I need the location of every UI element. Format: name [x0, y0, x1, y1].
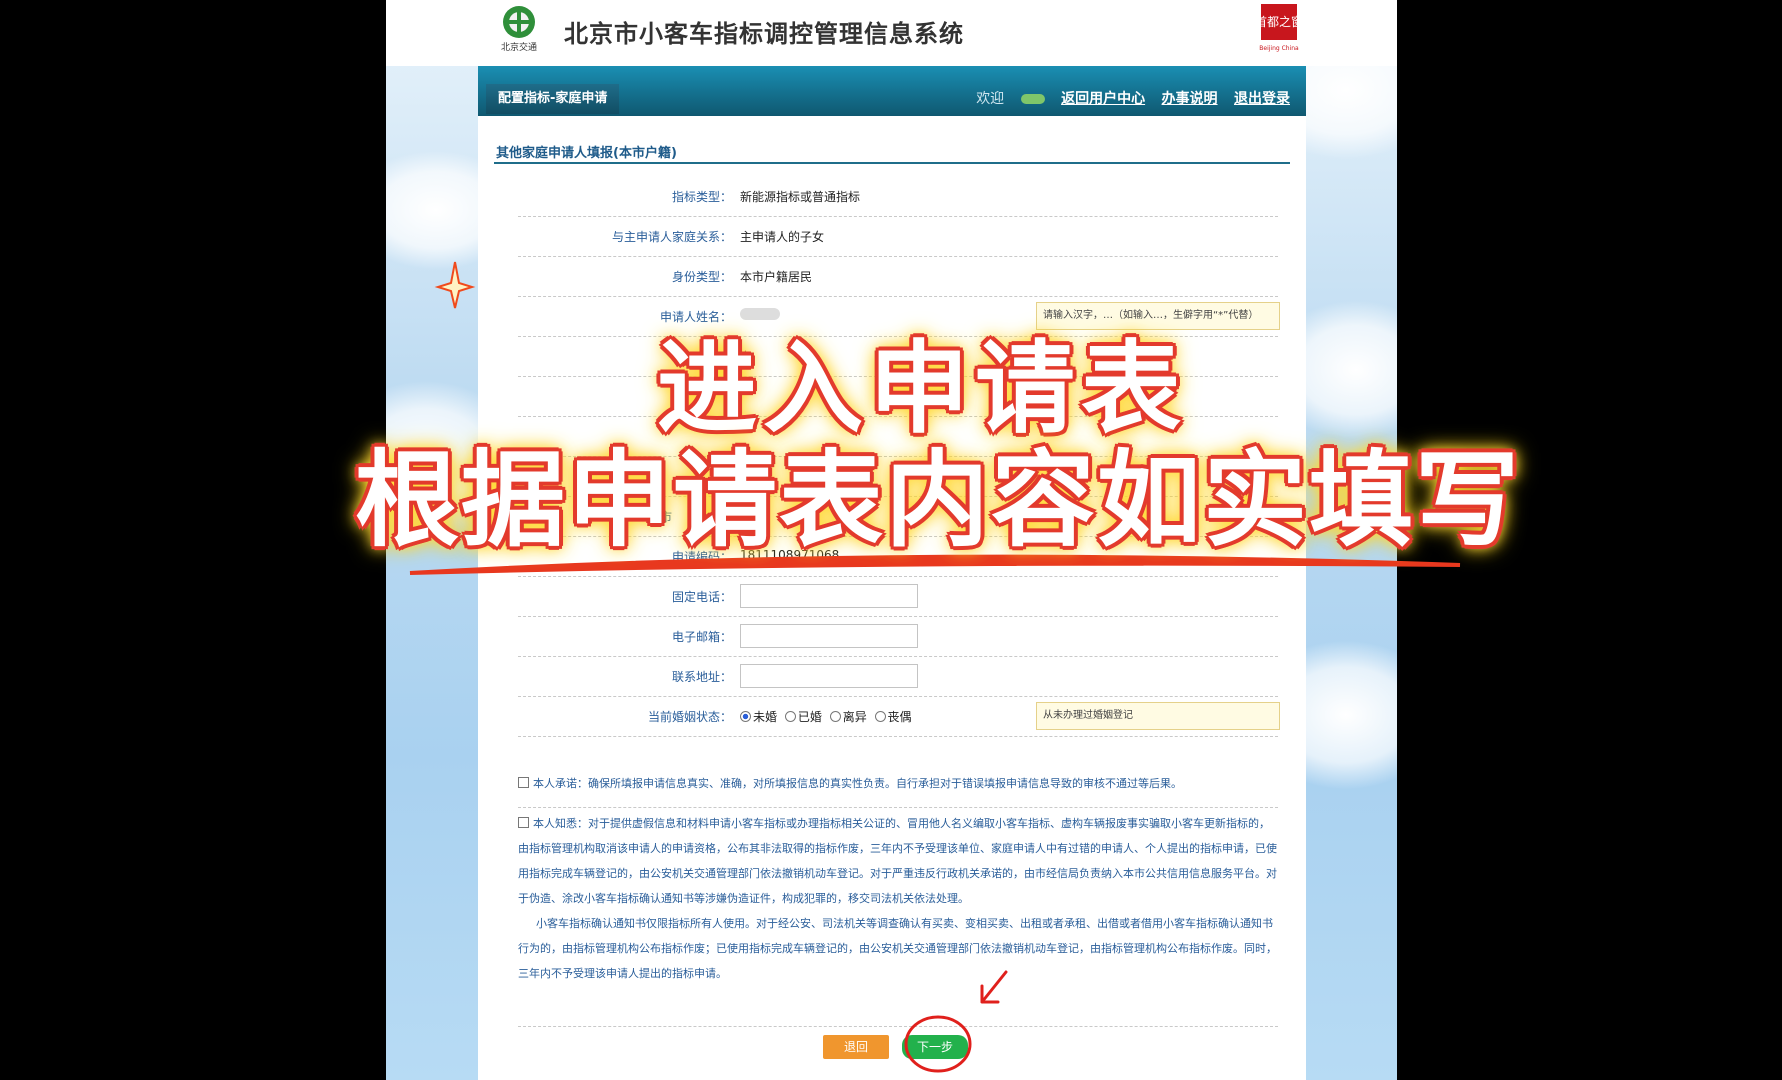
pointer-arrow-icon	[980, 970, 1008, 1004]
highlight-circle	[904, 1015, 972, 1073]
overlay-caption-line2: 根据申请表内容如实填写	[355, 439, 1522, 561]
sparkle-icon	[434, 261, 476, 309]
